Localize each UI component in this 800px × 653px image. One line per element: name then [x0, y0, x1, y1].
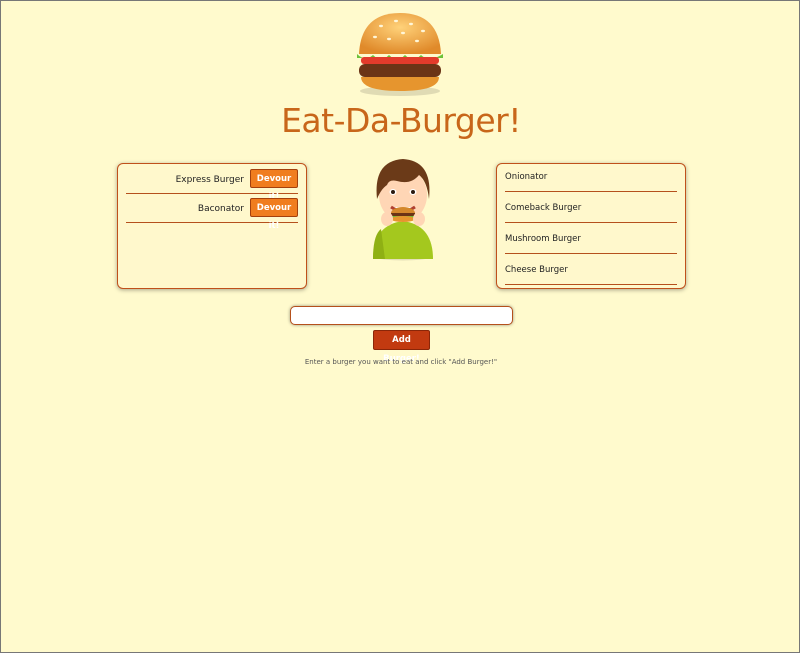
list-item: Cheese Burger: [505, 257, 677, 285]
list-item: Express Burger Devour it!: [126, 165, 298, 202]
burger-name: Comeback Burger: [505, 203, 582, 213]
burger-name: Mushroom Burger: [505, 234, 581, 244]
boy-eating-burger-illustration: [373, 159, 433, 261]
hamburger-icon: [357, 13, 443, 96]
list-item: Comeback Burger: [505, 195, 677, 223]
burger-name: Baconator: [197, 204, 244, 214]
eaten-burgers-panel: Onionator Comeback Burger Mushroom Burge…: [496, 163, 686, 289]
uneaten-burgers-panel: Express Burger Devour it! Baconator Devo…: [117, 163, 307, 289]
list-item: Mushroom Burger: [505, 226, 677, 254]
burger-name: Onionator: [505, 172, 548, 182]
devour-button[interactable]: Devour it!: [250, 169, 298, 202]
list-item: Onionator: [505, 164, 677, 192]
add-burger-button[interactable]: Add Burger!: [373, 330, 430, 364]
burger-name: Express Burger: [175, 175, 244, 185]
list-item: Baconator Devour it!: [126, 194, 298, 231]
page-title: Eat-Da-Burger!: [281, 101, 521, 140]
burger-name-input[interactable]: [290, 306, 513, 325]
devour-button[interactable]: Devour it!: [250, 198, 298, 231]
burger-name: Cheese Burger: [505, 265, 568, 275]
instructions-text: Enter a burger you want to eat and click…: [304, 358, 498, 366]
